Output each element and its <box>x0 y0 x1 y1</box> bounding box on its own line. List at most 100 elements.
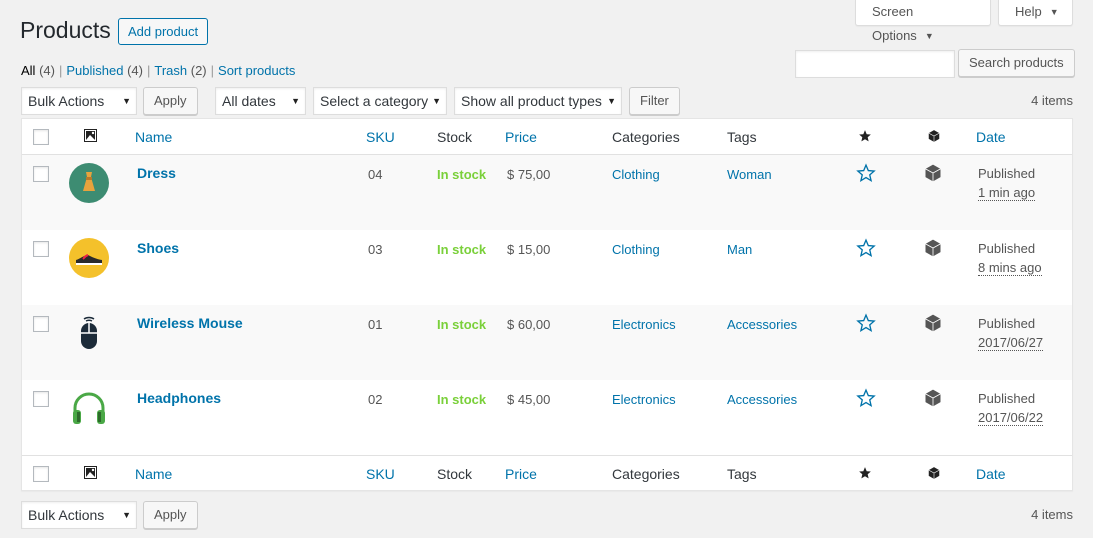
caret-down-icon: ▼ <box>291 96 300 106</box>
caret-down-icon: ▼ <box>122 96 131 106</box>
simple-product-icon <box>925 164 941 182</box>
column-sku[interactable]: SKU <box>366 466 395 482</box>
apply-button-bottom[interactable]: Apply <box>143 501 198 529</box>
column-date[interactable]: Date <box>976 129 1006 145</box>
product-price: $ 45,00 <box>507 392 551 407</box>
product-sku: 01 <box>368 317 383 332</box>
filter-all[interactable]: All (4) <box>21 63 55 78</box>
select-all-checkbox[interactable] <box>33 466 49 482</box>
product-name-link[interactable]: Shoes <box>137 240 179 256</box>
stock-status: In stock <box>437 317 487 332</box>
category-value: Select a category <box>320 93 429 109</box>
product-type-select[interactable]: Show all product types ▼ <box>454 87 622 115</box>
featured-star-icon[interactable] <box>856 313 876 333</box>
filter-all-count: (4) <box>39 63 55 78</box>
column-price[interactable]: Price <box>505 466 537 482</box>
filter-published-count: (4) <box>127 63 143 78</box>
publish-date-value: 8 mins ago <box>978 260 1042 276</box>
table-row: Wireless Mouse 01 In stock $ 60,00 Elect… <box>22 305 1072 380</box>
bulk-actions-select[interactable]: Bulk Actions ▼ <box>21 87 137 115</box>
product-price: $ 75,00 <box>507 167 551 182</box>
simple-product-icon <box>925 314 941 332</box>
product-sku: 03 <box>368 242 383 257</box>
row-checkbox[interactable] <box>33 391 49 407</box>
tag-link[interactable]: Woman <box>727 167 772 182</box>
add-product-button[interactable]: Add product <box>118 18 209 45</box>
publish-date-value: 2017/06/22 <box>978 410 1044 426</box>
row-checkbox[interactable] <box>33 166 49 182</box>
help-label: Help <box>1015 4 1042 19</box>
caret-down-icon: ▼ <box>607 96 616 106</box>
filter-separator: | <box>146 63 151 78</box>
column-name[interactable]: Name <box>135 466 172 482</box>
filter-published[interactable]: Published (4) <box>66 63 143 78</box>
filter-separator: | <box>210 63 215 78</box>
stock-status: In stock <box>437 167 487 182</box>
filter-trash[interactable]: Trash (2) <box>154 63 206 78</box>
help-tab[interactable]: Help ▼ <box>998 0 1073 26</box>
product-name-link[interactable]: Dress <box>137 165 176 181</box>
product-type-icon <box>928 467 940 479</box>
publish-date: 8 mins ago <box>978 260 1042 276</box>
featured-star-icon[interactable] <box>858 129 872 143</box>
featured-star-icon[interactable] <box>856 388 876 408</box>
product-name-link[interactable]: Wireless Mouse <box>137 315 243 331</box>
apply-button[interactable]: Apply <box>143 87 198 115</box>
caret-down-icon: ▼ <box>924 31 934 41</box>
search-products-button[interactable]: Search products <box>958 49 1075 77</box>
dates-select[interactable]: All dates ▼ <box>215 87 306 115</box>
featured-star-icon[interactable] <box>856 163 876 183</box>
column-tags: Tags <box>727 466 757 482</box>
page-title: Products <box>20 17 111 43</box>
column-price[interactable]: Price <box>505 129 537 145</box>
featured-star-icon[interactable] <box>858 466 872 480</box>
bulk-actions-value: Bulk Actions <box>28 507 105 523</box>
product-name-link[interactable]: Headphones <box>137 390 221 406</box>
category-link[interactable]: Clothing <box>612 167 660 182</box>
sort-products-link[interactable]: Sort products <box>218 63 295 78</box>
publish-date-value: 2017/06/27 <box>978 335 1044 351</box>
publish-date-value: 1 min ago <box>978 185 1036 201</box>
tag-link[interactable]: Accessories <box>727 317 797 332</box>
category-link[interactable]: Clothing <box>612 242 660 257</box>
row-checkbox[interactable] <box>33 241 49 257</box>
filter-button[interactable]: Filter <box>629 87 680 115</box>
featured-star-icon[interactable] <box>856 238 876 258</box>
caret-down-icon: ▼ <box>122 510 131 520</box>
column-date[interactable]: Date <box>976 466 1006 482</box>
status-filters: All (4) | Published (4) | Trash (2) | Sort pro… <box>21 63 295 78</box>
row-checkbox[interactable] <box>33 316 49 332</box>
category-link[interactable]: Electronics <box>612 317 676 332</box>
tag-link[interactable]: Man <box>727 242 752 257</box>
filter-separator: | <box>58 63 63 78</box>
product-sku: 04 <box>368 167 383 182</box>
table-row: Headphones 02 In stock $ 45,00 Electroni… <box>22 380 1072 455</box>
select-all-checkbox[interactable] <box>33 129 49 145</box>
image-icon <box>84 129 97 142</box>
category-link[interactable]: Electronics <box>612 392 676 407</box>
products-table: Name SKU Stock Price Categories Tags Dat… <box>21 118 1073 491</box>
category-select[interactable]: Select a category ▼ <box>313 87 447 115</box>
product-price: $ 60,00 <box>507 317 551 332</box>
column-name[interactable]: Name <box>135 129 172 145</box>
table-header: Name SKU Stock Price Categories Tags Dat… <box>22 119 1072 155</box>
simple-product-icon <box>925 239 941 257</box>
product-type-value: Show all product types <box>461 93 602 109</box>
dates-value: All dates <box>222 93 276 109</box>
publish-status: Published <box>978 391 1036 406</box>
product-sku: 02 <box>368 392 383 407</box>
publish-status: Published <box>978 316 1036 331</box>
items-count-bottom: 4 items <box>1031 507 1073 522</box>
search-input[interactable] <box>795 50 955 78</box>
column-sku[interactable]: SKU <box>366 129 395 145</box>
bulk-actions-select-bottom[interactable]: Bulk Actions ▼ <box>21 501 137 529</box>
column-categories: Categories <box>612 129 680 145</box>
table-row: Dress 04 In stock $ 75,00 Clothing Woman… <box>22 155 1072 230</box>
caret-down-icon: ▼ <box>432 96 441 106</box>
table-row: Shoes 03 In stock $ 15,00 Clothing Man P… <box>22 230 1072 305</box>
screen-options-tab[interactable]: Screen Options ▼ <box>855 0 991 43</box>
tag-link[interactable]: Accessories <box>727 392 797 407</box>
column-stock: Stock <box>437 466 473 482</box>
image-icon <box>84 466 97 479</box>
screen-options-label: Screen Options <box>872 4 917 43</box>
